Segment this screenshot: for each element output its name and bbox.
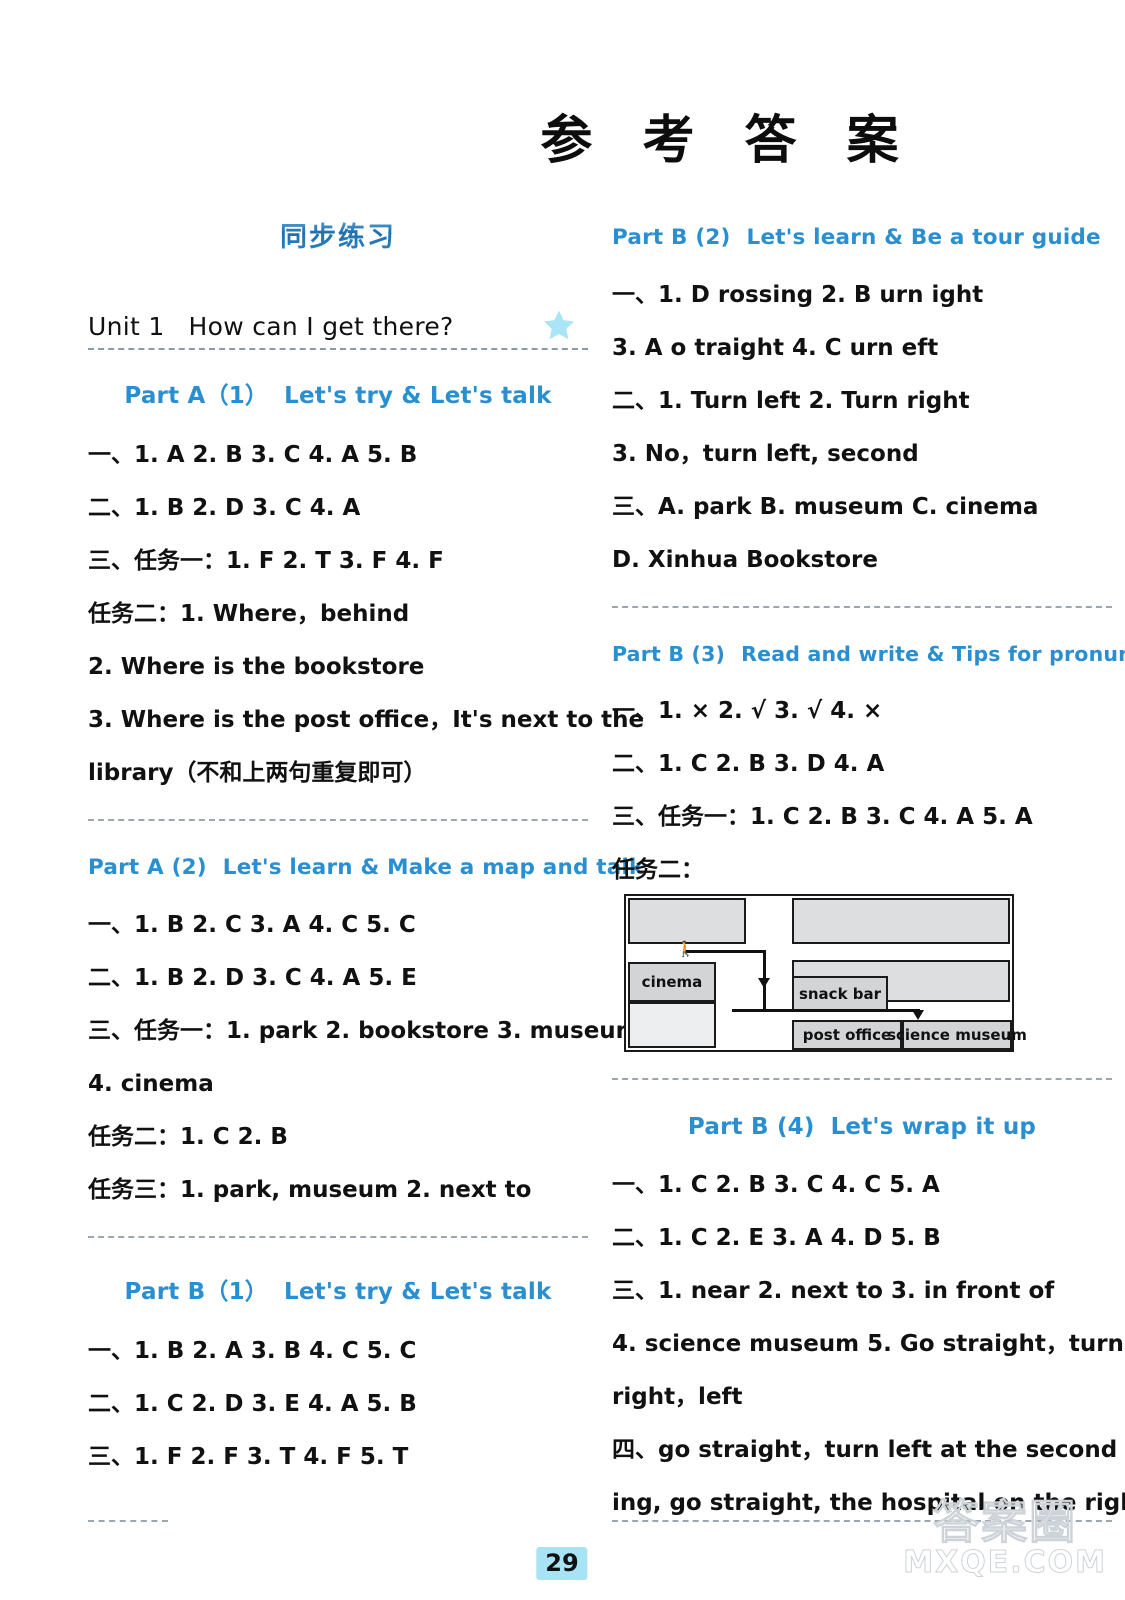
answer-line: 二、1. C 2. E 3. A 4. D 5. B: [612, 1225, 941, 1251]
route-segment-vertical-left-stub: [732, 1009, 735, 1012]
answer-line: 一、1. B 2. A 3. B 4. C 5. C: [88, 1338, 417, 1364]
answer-line: 一、1. C 2. B 3. C 4. C 5. A: [612, 1172, 940, 1198]
answer-line: 任务二：1. C 2. B: [88, 1124, 288, 1150]
answer-line: 三、任务一：1. C 2. B 3. C 4. A 5. A: [612, 804, 1033, 830]
answer-line: 一、1. A 2. B 3. C 4. A 5. B: [88, 442, 418, 468]
answer-line: ing, go straight, the hospital on the ri…: [612, 1490, 1125, 1516]
unit-heading: Unit 1 How can I get there?: [88, 310, 588, 350]
part-heading-a1: Part A（1） Let's try & Let's talk: [88, 376, 588, 410]
part-heading-b1: Part B（1） Let's try & Let's talk: [88, 1272, 588, 1306]
map-block-snack-bar: snack bar: [792, 976, 888, 1012]
map-label-snack-bar: snack bar: [798, 985, 882, 1003]
map-block-left-lower: [628, 1002, 716, 1048]
section-divider: [612, 606, 1112, 608]
footer-divider-right: [612, 1520, 1112, 1522]
footer-divider-left: [88, 1520, 168, 1522]
part-label-b4: Part B (4): [687, 1114, 815, 1140]
map-label-post-office: post office: [802, 1026, 892, 1044]
answer-line: 三、任务一：1. park 2. bookstore 3. museum: [88, 1018, 640, 1044]
answer-line: 一、1. × 2. √ 3. √ 4. ×: [612, 698, 883, 724]
answer-line: 一、1. D rossing 2. B urn ight: [612, 282, 984, 308]
part-name-b3: Read and write & Tips for pronunciation: [741, 642, 1125, 666]
answer-key-page: 参 考 答 案 同步练习 Unit 1 How can I get there? …: [0, 0, 1125, 1600]
answer-line: 三、1. F 2. F 3. T 4. F 5. T: [88, 1444, 409, 1470]
answer-line: 任务二：: [612, 857, 704, 883]
answer-line: 一、1. B 2. C 3. A 4. C 5. C: [88, 912, 416, 938]
section-divider: [88, 1236, 588, 1238]
answer-line: library（不和上两句重复即可）: [88, 760, 427, 786]
route-segment-horizontal-bottom: [732, 1009, 920, 1012]
map-block-top-left: [628, 898, 746, 944]
answer-line: 二、1. C 2. D 3. E 4. A 5. B: [88, 1391, 417, 1417]
part-label-b3: Part B (3): [612, 642, 726, 666]
route-arrow-icon: [912, 1010, 924, 1020]
part-name-a1: Let's try & Let's talk: [284, 383, 552, 409]
answer-line: 二、1. B 2. D 3. C 4. A 5. E: [88, 965, 417, 991]
answer-line: 三、A. park B. museum C. cinema: [612, 494, 1039, 520]
part-name-b4: Let's wrap it up: [830, 1114, 1037, 1140]
part-name-a2: Let's learn & Make a map and talk: [222, 855, 644, 880]
right-column: Part B (2) Let's learn & Be a tour guide …: [612, 215, 1125, 1545]
map-label-science-museum: science museum: [887, 1026, 1027, 1044]
answer-line: 4. cinema: [88, 1071, 214, 1097]
part-label-a1: Part A（1）: [124, 383, 269, 409]
page-number: 29: [536, 1547, 588, 1580]
unit-name: How can I get there?: [188, 312, 454, 341]
answer-line: 二、1. Turn left 2. Turn right: [612, 388, 970, 414]
answer-line: right，left: [612, 1384, 743, 1410]
section-divider: [612, 1078, 1112, 1080]
part-heading-a2: Part A (2) Let's learn & Make a map and t…: [88, 855, 643, 880]
part-heading-b2: Part B (2) Let's learn & Be a tour guide: [612, 225, 1112, 250]
answer-line: 3. Where is the post office，It's next to…: [88, 707, 645, 733]
map-block-top-right: [792, 898, 1010, 944]
route-segment-horizontal-top: [686, 950, 766, 953]
walking-person-icon: 🚶: [676, 940, 695, 958]
unit-number: Unit 1: [88, 312, 165, 341]
section-divider: [88, 819, 588, 821]
page-title: 参 考 答 案: [540, 110, 915, 171]
street-map-figure: cinema snack bar post office science mus…: [624, 894, 1027, 1052]
answer-line: 任务二：1. Where，behind: [88, 601, 410, 627]
map-label-cinema: cinema: [641, 973, 703, 991]
part-name-b2: Let's learn & Be a tour guide: [746, 225, 1101, 250]
answer-line: 三、1. near 2. next to 3. in front of: [612, 1278, 1055, 1304]
answer-line: 4. science museum 5. Go straight，turn: [612, 1331, 1124, 1357]
answer-line: 二、1. B 2. D 3. C 4. A: [88, 495, 361, 521]
answer-line: 二、1. C 2. B 3. D 4. A: [612, 751, 885, 777]
part-heading-b3: Part B (3) Read and write & Tips for pron…: [612, 642, 1125, 666]
answer-line: 3. No，turn left, second: [612, 441, 919, 467]
part-label-b2: Part B (2): [612, 225, 731, 250]
part-heading-b4: Part B (4) Let's wrap it up: [612, 1114, 1112, 1140]
part-label-b1: Part B（1）: [124, 1279, 268, 1305]
route-arrow-icon: [758, 978, 770, 988]
watermark-en: MXQE.COM: [903, 1544, 1107, 1580]
answer-line: 四、go straight，turn left at the second cr…: [612, 1437, 1125, 1463]
part-label-a2: Part A (2): [88, 855, 207, 880]
part-name-b1: Let's try & Let's talk: [283, 1279, 552, 1305]
answer-line: 任务三：1. park, museum 2. next to: [88, 1177, 532, 1203]
map-block-cinema: cinema: [628, 962, 716, 1002]
left-column: 同步练习 Unit 1 How can I get there? Part A（1…: [88, 215, 645, 1499]
answer-line: 三、任务一：1. F 2. T 3. F 4. F: [88, 548, 444, 574]
section-title-synchronous-practice: 同步练习: [88, 215, 588, 254]
answer-line: D. Xinhua Bookstore: [612, 547, 878, 573]
star-icon: [543, 310, 575, 340]
answer-line: 2. Where is the bookstore: [88, 654, 425, 680]
map-block-post-office: post office: [792, 1020, 902, 1050]
answer-line: 3. A o traight 4. C urn eft: [612, 335, 939, 361]
map-block-science-museum: science museum: [887, 1020, 1027, 1050]
